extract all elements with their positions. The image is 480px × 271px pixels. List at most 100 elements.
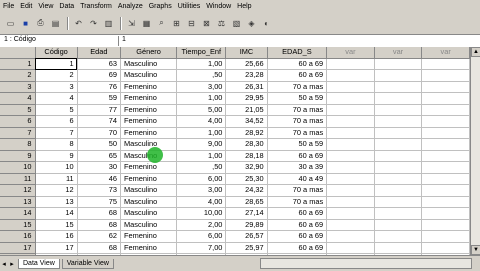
data-cell[interactable]: 15 [35, 219, 78, 231]
row-number[interactable]: 3 [0, 81, 36, 93]
data-cell[interactable]: 76 [77, 81, 121, 93]
data-cell[interactable]: 60 a 69 [267, 219, 328, 231]
tab-right-icon[interactable]: ▸ [8, 260, 16, 268]
dialog-recall-icon[interactable]: ▤ [49, 17, 62, 30]
data-cell[interactable]: 50 [77, 138, 121, 151]
empty-cell[interactable] [326, 115, 375, 128]
data-cell[interactable]: Femenino [120, 115, 178, 128]
column-header[interactable]: EDAD_S [267, 47, 328, 59]
data-cell[interactable]: 3 [35, 81, 78, 93]
data-cell[interactable]: 60 a 69 [267, 230, 328, 243]
column-header[interactable]: IMC [225, 47, 268, 59]
cell-value-input[interactable]: 1 [118, 36, 480, 46]
select-cases-icon[interactable]: ▧ [230, 17, 243, 30]
scroll-down-icon[interactable]: ▼ [471, 245, 480, 255]
data-cell[interactable]: 17 [35, 242, 78, 254]
empty-cell[interactable] [374, 230, 423, 243]
empty-cell[interactable] [374, 196, 423, 208]
data-cell[interactable]: 1,00 [176, 150, 227, 162]
variables-icon[interactable]: ▦ [140, 17, 153, 30]
data-cell[interactable]: 4,00 [176, 196, 227, 208]
data-cell[interactable]: 6 [35, 115, 78, 128]
empty-cell[interactable] [421, 219, 470, 231]
data-cell[interactable]: 69 [77, 69, 121, 82]
data-cell[interactable]: ,50 [176, 69, 227, 82]
find-icon[interactable]: ⌕ [155, 17, 168, 30]
save-icon[interactable]: ■ [19, 17, 32, 30]
data-cell[interactable]: 50 a 59 [267, 92, 328, 105]
data-cell[interactable]: 7,00 [176, 242, 227, 254]
row-number[interactable]: 2 [0, 69, 36, 82]
empty-cell[interactable] [326, 161, 375, 174]
menu-help[interactable]: Help [234, 0, 254, 13]
column-header[interactable]: Código [35, 47, 78, 59]
split-file-icon[interactable]: ⊠ [200, 17, 213, 30]
row-number[interactable]: 8 [0, 138, 36, 151]
row-number[interactable]: 13 [0, 196, 36, 208]
data-cell[interactable]: 34,52 [225, 115, 268, 128]
column-header[interactable]: Tiempo_Enf [176, 47, 227, 59]
column-header[interactable]: var [374, 47, 423, 59]
empty-cell[interactable] [326, 242, 375, 254]
empty-cell[interactable] [374, 207, 423, 220]
goto-case-icon[interactable]: ⇲ [125, 17, 138, 30]
menu-graphs[interactable]: Graphs [146, 0, 175, 13]
empty-cell[interactable] [421, 161, 470, 174]
empty-cell[interactable] [421, 207, 470, 220]
empty-cell[interactable] [326, 207, 375, 220]
row-number[interactable]: 5 [0, 104, 36, 116]
data-cell[interactable]: 1,00 [176, 58, 227, 70]
row-number[interactable]: 10 [0, 161, 36, 174]
data-cell[interactable]: 70 a mas [267, 184, 328, 197]
menu-analyze[interactable]: Analyze [115, 0, 146, 13]
empty-cell[interactable] [374, 81, 423, 93]
menu-data[interactable]: Data [56, 0, 77, 13]
data-cell[interactable]: Femenino [120, 242, 178, 254]
row-number[interactable]: 1 [0, 58, 36, 70]
data-cell[interactable]: 23,28 [225, 69, 268, 82]
data-cell[interactable]: Femenino [120, 81, 178, 93]
data-cell[interactable]: Femenino [120, 104, 178, 116]
insert-cases-icon[interactable]: ⊞ [170, 17, 183, 30]
empty-cell[interactable] [421, 184, 470, 197]
data-cell[interactable]: 70 a mas [267, 104, 328, 116]
use-sets-icon[interactable]: ◐ [260, 17, 273, 30]
data-cell[interactable]: Masculino [120, 196, 178, 208]
data-cell[interactable]: Masculino [120, 69, 178, 82]
column-header[interactable]: var [326, 47, 375, 59]
data-cell[interactable]: 26,57 [225, 230, 268, 243]
open-icon[interactable]: ▭ [4, 17, 17, 30]
vertical-scrollbar[interactable]: ▲ ▼ [470, 47, 480, 255]
row-number[interactable]: 12 [0, 184, 36, 197]
column-header[interactable]: var [421, 47, 470, 59]
data-cell[interactable]: 73 [77, 184, 121, 197]
empty-cell[interactable] [421, 104, 470, 116]
empty-cell[interactable] [374, 104, 423, 116]
data-cell[interactable]: 27,14 [225, 207, 268, 220]
data-cell[interactable]: 60 a 69 [267, 69, 328, 82]
data-cell[interactable]: Masculino [120, 207, 178, 220]
row-number[interactable]: 16 [0, 230, 36, 243]
row-number[interactable]: 7 [0, 127, 36, 139]
data-cell[interactable]: 21,05 [225, 104, 268, 116]
data-cell[interactable]: 13 [35, 196, 78, 208]
data-cell[interactable]: Masculino [120, 184, 178, 197]
empty-cell[interactable] [421, 92, 470, 105]
data-cell[interactable]: Femenino [120, 161, 178, 174]
data-cell[interactable]: 28,92 [225, 127, 268, 139]
undo-icon[interactable]: ↶ [72, 17, 85, 30]
data-cell[interactable]: 24,32 [225, 184, 268, 197]
empty-cell[interactable] [374, 138, 423, 151]
row-number[interactable]: 4 [0, 92, 36, 105]
data-cell[interactable]: 1,00 [176, 92, 227, 105]
data-cell[interactable]: 16 [35, 230, 78, 243]
value-labels-icon[interactable]: ◈ [245, 17, 258, 30]
data-cell[interactable]: 11 [35, 173, 78, 185]
row-number[interactable]: 6 [0, 115, 36, 128]
data-cell[interactable]: 68 [77, 219, 121, 231]
row-number[interactable]: 11 [0, 173, 36, 185]
empty-cell[interactable] [326, 81, 375, 93]
row-number[interactable]: 15 [0, 219, 36, 231]
scroll-up-icon[interactable]: ▲ [471, 47, 480, 57]
data-cell[interactable]: 29,89 [225, 219, 268, 231]
